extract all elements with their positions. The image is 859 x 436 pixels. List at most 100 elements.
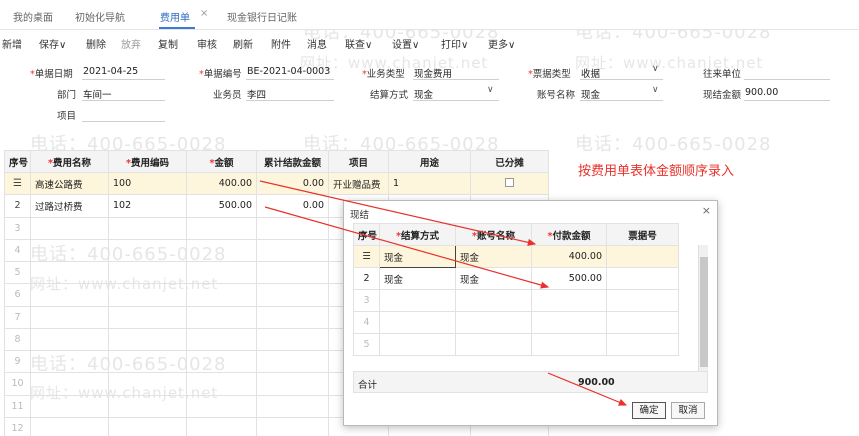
dept-field[interactable]: 车间一 [83, 87, 112, 101]
cell-expense-name[interactable]: 高速公路费 [30, 171, 109, 196]
cell-empty[interactable] [108, 416, 187, 436]
cell-empty[interactable] [30, 283, 109, 307]
cell-empty[interactable] [30, 416, 109, 436]
table-row[interactable]: 4 [353, 311, 679, 334]
cell-expense-code[interactable]: 100 [108, 171, 187, 196]
scrollbar-thumb[interactable] [700, 257, 708, 367]
cell-empty[interactable] [108, 283, 187, 307]
cell-pay-amount[interactable]: 400.00 [531, 245, 607, 268]
cell-empty[interactable] [606, 289, 679, 312]
invoice-type-select[interactable]: 收据 [581, 66, 600, 80]
refresh-button[interactable]: 刷新 [233, 36, 253, 51]
cell-empty[interactable] [531, 311, 607, 334]
cell-empty[interactable] [256, 238, 329, 263]
cell-settle[interactable]: 现金 [379, 267, 456, 290]
cell-empty[interactable] [379, 333, 456, 356]
cell-empty[interactable] [256, 216, 329, 240]
close-icon[interactable]: × [702, 204, 711, 217]
cell-empty[interactable] [256, 394, 329, 418]
staff-field[interactable]: 李四 [247, 87, 266, 101]
table-row[interactable]: 3 [353, 289, 679, 312]
cell-empty[interactable] [186, 260, 257, 285]
cell-paid[interactable]: 0.00 [256, 171, 329, 196]
project-underline[interactable] [82, 121, 165, 122]
row-seq[interactable]: ☰ [4, 171, 31, 196]
cell-empty[interactable] [108, 260, 187, 285]
chevron-down-icon[interactable]: ∨ [487, 85, 494, 95]
cell-empty[interactable] [186, 372, 257, 396]
cell-project[interactable]: 开业赠品费 [328, 171, 389, 196]
tab-cash-bank-journal[interactable]: 现金银行日记账 [227, 9, 297, 24]
row-seq[interactable]: ☰ [353, 245, 380, 268]
cell-empty[interactable] [30, 394, 109, 418]
row-menu-icon[interactable]: ☰ [362, 251, 371, 262]
cell-empty[interactable] [108, 238, 187, 263]
cell-empty[interactable] [30, 305, 109, 329]
cell-empty[interactable] [186, 327, 257, 352]
cell-empty[interactable] [108, 305, 187, 329]
cell-empty[interactable] [256, 260, 329, 285]
cell-empty[interactable] [186, 238, 257, 263]
cell-empty[interactable] [186, 349, 257, 374]
tab-close-icon[interactable]: × [200, 8, 208, 19]
cell-paid[interactable]: 0.00 [256, 194, 329, 218]
confirm-button[interactable]: 确定 [632, 402, 666, 419]
more-button[interactable]: 更多∨ [488, 36, 515, 51]
cell-empty[interactable] [256, 283, 329, 307]
cell-empty[interactable] [30, 372, 109, 396]
attach-button[interactable]: 附件 [271, 36, 291, 51]
query-button[interactable]: 联查∨ [345, 36, 372, 51]
cell-empty[interactable] [30, 238, 109, 263]
cell-empty[interactable] [186, 216, 257, 240]
cell-empty[interactable] [531, 333, 607, 356]
cell-empty[interactable] [256, 349, 329, 374]
cell-empty[interactable] [256, 372, 329, 396]
cell-empty[interactable] [531, 289, 607, 312]
cell-empty[interactable] [186, 283, 257, 307]
cell-empty[interactable] [256, 305, 329, 329]
cell-empty[interactable] [455, 289, 532, 312]
table-row[interactable]: 2 现金 现金 500.00 [353, 267, 679, 290]
cell-empty[interactable] [379, 289, 456, 312]
table-row[interactable]: ☰ 现金 现金 400.00 [353, 245, 679, 268]
cell-pay-amount[interactable]: 500.00 [531, 267, 607, 290]
cell-empty[interactable] [186, 394, 257, 418]
cell-ticket-no[interactable] [606, 245, 679, 268]
settle-select[interactable]: 现金 [414, 87, 433, 101]
cell-empty[interactable] [30, 327, 109, 352]
cell-empty[interactable] [606, 333, 679, 356]
cell-empty[interactable] [108, 327, 187, 352]
tab-expense-voucher[interactable]: 费用单 [160, 9, 190, 24]
cancel-button[interactable]: 取消 [671, 402, 705, 419]
message-button[interactable]: 消息 [307, 36, 327, 51]
cell-amount[interactable]: 500.00 [186, 194, 257, 218]
cell-account[interactable]: 现金 [455, 245, 532, 268]
delete-button[interactable]: 删除 [86, 36, 106, 51]
cell-expense-name[interactable]: 过路过桥费 [30, 194, 109, 218]
audit-button[interactable]: 审核 [197, 36, 217, 51]
copy-button[interactable]: 复制 [158, 36, 178, 51]
doc-no-field[interactable]: BE-2021-04-0003 [247, 66, 330, 77]
cell-empty[interactable] [379, 311, 456, 334]
cell-settle[interactable]: 现金 [379, 245, 456, 268]
cell-amount[interactable]: 400.00 [186, 171, 257, 196]
account-select[interactable]: 现金 [581, 87, 600, 101]
doc-date-field[interactable]: 2021-04-25 [83, 66, 138, 77]
cell-empty[interactable] [256, 416, 329, 436]
settings-button[interactable]: 设置∨ [392, 36, 419, 51]
cell-ticket-no[interactable] [606, 267, 679, 290]
allocated-checkbox[interactable] [505, 177, 514, 187]
cell-empty[interactable] [606, 311, 679, 334]
cell-empty[interactable] [30, 349, 109, 374]
cell-use[interactable]: 1 [388, 171, 471, 196]
cell-empty[interactable] [30, 260, 109, 285]
cell-empty[interactable] [186, 416, 257, 436]
tab-init-guide[interactable]: 初始化导航 [75, 9, 125, 24]
table-row[interactable]: 5 [353, 333, 679, 356]
cell-empty[interactable] [30, 216, 109, 240]
abandon-button[interactable]: 放弃 [121, 36, 141, 51]
cell-empty[interactable] [108, 349, 187, 374]
save-button[interactable]: 保存∨ [39, 36, 66, 51]
partner-underline[interactable] [744, 79, 830, 80]
row-menu-icon[interactable]: ☰ [13, 178, 22, 189]
